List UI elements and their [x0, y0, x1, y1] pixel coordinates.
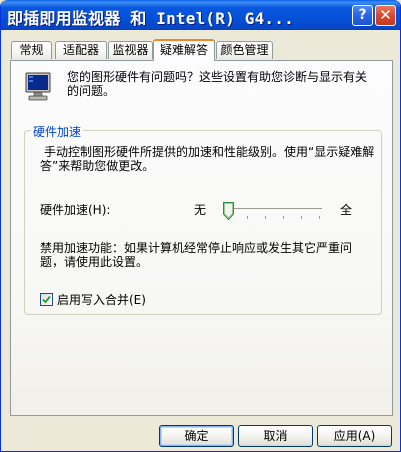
- slider-tick: [265, 216, 266, 219]
- tab-troubleshoot[interactable]: 疑难解答: [153, 39, 215, 61]
- acceleration-slider[interactable]: [227, 208, 322, 212]
- checkmark-icon: [42, 295, 51, 304]
- tab-monitor[interactable]: 监视器: [108, 41, 153, 59]
- tab-general[interactable]: 常规: [11, 41, 52, 59]
- disable-note-line1: 禁用加速功能：如果计算机经常停止响应或发生其它严重问: [40, 241, 353, 255]
- write-combining-label[interactable]: 启用写入合并(E): [57, 293, 146, 307]
- tab-general-label: 常规: [19, 43, 44, 57]
- intro-text-line1: 您的图形硬件有问题吗？这些设置有助您诊断与显示有关: [67, 70, 368, 84]
- ok-button[interactable]: 确定: [159, 425, 234, 447]
- cancel-button-label: 取消: [263, 429, 288, 443]
- group-title: 硬件加速: [31, 123, 84, 140]
- question-icon: ?: [358, 7, 367, 23]
- tab-monitor-label: 监视器: [112, 43, 149, 57]
- intro-text-line2: 的问题。: [67, 84, 116, 98]
- disable-note-line2: 题，请使用此设置。: [40, 255, 149, 269]
- display-properties-dialog: 即插即用监视器 和 Intel(R) G4... ? ✕ 常规 适配器 监视器 …: [0, 0, 401, 452]
- slider-max-label: 全: [340, 203, 353, 217]
- write-combining-checkbox[interactable]: [40, 293, 53, 306]
- tab-adapter-label: 适配器: [62, 43, 99, 57]
- help-button[interactable]: ?: [352, 5, 373, 26]
- window-title: 即插即用监视器 和 Intel(R) G4...: [7, 9, 294, 28]
- ok-button-label: 确定: [184, 429, 209, 443]
- tab-color-management[interactable]: 颜色管理: [216, 41, 273, 59]
- tab-color-management-label: 颜色管理: [220, 43, 269, 57]
- slider-min-label: 无: [194, 203, 207, 217]
- slider-tick: [247, 216, 248, 219]
- monitor-icon: [25, 72, 51, 101]
- close-icon: ✕: [379, 6, 392, 24]
- slider-label: 硬件加速(H):: [40, 203, 111, 217]
- acceleration-description-line1: 手动控制图形硬件所提供的加速和性能级别。使用“显示疑难解: [44, 145, 375, 159]
- title-bar[interactable]: 即插即用监视器 和 Intel(R) G4... ? ✕: [1, 0, 400, 30]
- slider-thumb[interactable]: [223, 202, 234, 220]
- slider-tick: [319, 216, 320, 219]
- cancel-button[interactable]: 取消: [238, 425, 313, 447]
- acceleration-description-line2: 答”来帮助您做更改。: [40, 159, 155, 173]
- tab-adapter[interactable]: 适配器: [55, 41, 107, 59]
- slider-tick: [301, 216, 302, 219]
- tab-troubleshoot-label: 疑难解答: [159, 43, 208, 57]
- apply-button[interactable]: 应用(A): [317, 425, 392, 447]
- slider-tick: [283, 216, 284, 219]
- close-button[interactable]: ✕: [375, 5, 396, 26]
- apply-button-label: 应用(A): [333, 429, 376, 443]
